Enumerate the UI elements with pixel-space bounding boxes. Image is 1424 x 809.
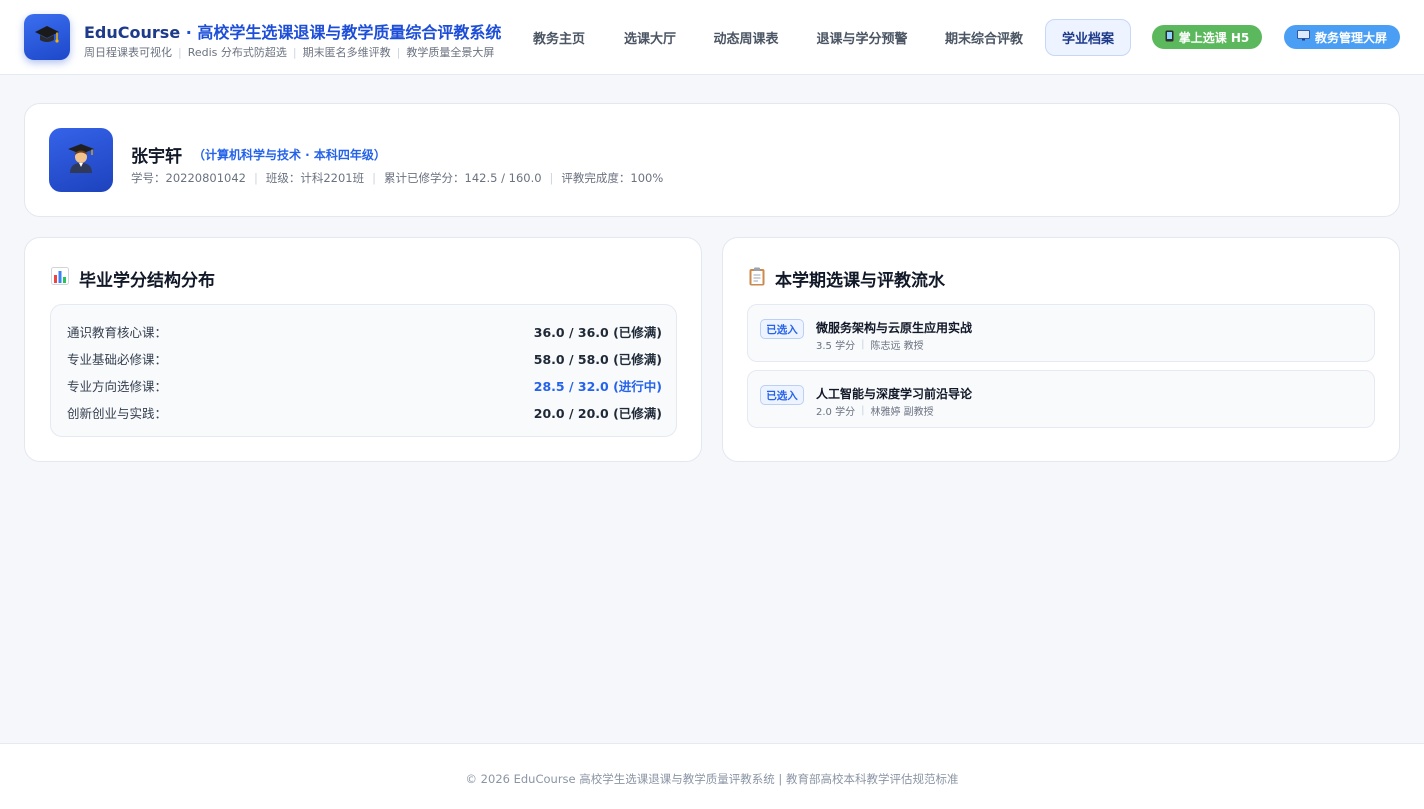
brand-name-en: EduCourse [84, 23, 181, 42]
brand-separator: · [180, 23, 198, 42]
admin-dashboard-button[interactable]: 教务管理大屏 [1284, 25, 1400, 49]
course-panel-title: 本学期选课与评教流水 [775, 271, 945, 291]
top-header: EduCourse · 高校学生选课退课与教学质量综合评教系统 周日程课表可视化… [0, 0, 1424, 75]
course-teacher: 陈志远 教授 [870, 341, 924, 352]
credit-value: 36.0 / 36.0 (已修满) [533, 324, 662, 340]
mobile-phone-icon [1165, 30, 1174, 45]
course-credit: 2.0 学分 [816, 407, 856, 418]
course-list-item[interactable]: 已选入 微服务架构与云原生应用实战 3.5 学分 | 陈志远 教授 [747, 304, 1375, 362]
monitor-icon [1297, 30, 1310, 44]
student-meta: 学号：20220801042 | 班级：计科2201班 | 累计已修学分：142… [131, 170, 663, 186]
course-name: 人工智能与深度学习前沿导论 [816, 387, 973, 401]
divider: | [253, 171, 258, 185]
credit-value: 20.0 / 20.0 (已修满) [533, 405, 662, 421]
credit-label: 专业基础必修课： [67, 351, 168, 367]
nav-home[interactable]: 教务主页 [518, 19, 600, 56]
status-badge: 已选入 [760, 319, 804, 339]
feature-item: 教学质量全景大屏 [406, 46, 495, 59]
student-credits: 累计已修学分：142.5 / 160.0 [384, 171, 542, 185]
clipboard-icon [749, 267, 765, 291]
graduation-cap-icon [34, 23, 60, 51]
credit-value: 28.5 / 32.0 (进行中) [533, 378, 662, 394]
student-class: 班级：计科2201班 [265, 171, 365, 185]
feature-item: 期末匿名多维评教 [302, 46, 391, 59]
credit-panel-title: 毕业学分结构分布 [79, 271, 215, 291]
credit-value: 58.0 / 58.0 (已修满) [533, 351, 662, 367]
avatar [49, 128, 113, 192]
credit-label: 通识教育核心课： [67, 324, 168, 340]
status-badge: 已选入 [760, 385, 804, 405]
divider: | [549, 171, 554, 185]
divider: | [292, 45, 297, 59]
feature-item: Redis 分布式防超选 [187, 46, 287, 59]
credit-list: 通识教育核心课： 36.0 / 36.0 (已修满) 专业基础必修课： 58.0… [50, 304, 677, 437]
footer-text: © 2026 EduCourse 高校学生选课退课与教学质量评教系统 | 教育部… [465, 772, 959, 786]
feature-list: 周日程课表可视化 | Redis 分布式防超选 | 期末匿名多维评教 | 教学质… [84, 44, 494, 60]
h5-mobile-button[interactable]: 掌上选课 H5 [1152, 25, 1262, 49]
student-name: 张宇轩 [131, 147, 182, 167]
divider: | [396, 45, 401, 59]
feature-item: 周日程课表可视化 [84, 46, 172, 59]
student-avatar-icon [66, 142, 96, 178]
course-list-item[interactable]: 已选入 人工智能与深度学习前沿导论 2.0 学分 | 林雅婷 副教授 [747, 370, 1375, 428]
divider: | [372, 171, 377, 185]
nav-academic-record[interactable]: 学业档案 [1045, 19, 1131, 56]
list-item: 通识教育核心课： 36.0 / 36.0 (已修满) [67, 322, 662, 340]
divider: | [861, 339, 865, 350]
course-name: 微服务架构与云原生应用实战 [816, 321, 973, 335]
credit-structure-panel: 毕业学分结构分布 通识教育核心课： 36.0 / 36.0 (已修满) 专业基础… [24, 237, 702, 462]
course-credit: 3.5 学分 [816, 341, 856, 352]
course-meta: 3.5 学分 | 陈志远 教授 [816, 337, 924, 352]
student-profile-card: 张宇轩 （计算机科学与技术 · 本科四年级） 学号：20220801042 | … [24, 103, 1400, 217]
h5-button-label: 掌上选课 H5 [1178, 30, 1250, 45]
app-logo[interactable] [24, 14, 70, 60]
app-title: EduCourse · 高校学生选课退课与教学质量综合评教系统 [84, 19, 501, 43]
student-major: （计算机科学与技术 · 本科四年级） [193, 148, 386, 162]
nav-final-evaluation[interactable]: 期末综合评教 [932, 19, 1036, 56]
credit-label: 创新创业与实践： [67, 405, 168, 421]
divider: | [178, 45, 182, 59]
panel-title: 本学期选课与评教流水 [749, 266, 945, 291]
dashboard-button-label: 教务管理大屏 [1314, 30, 1387, 45]
panel-title: 毕业学分结构分布 [51, 266, 215, 291]
course-meta: 2.0 学分 | 林雅婷 副教授 [816, 403, 934, 418]
course-flow-panel: 本学期选课与评教流水 已选入 微服务架构与云原生应用实战 3.5 学分 | 陈志… [722, 237, 1400, 462]
course-teacher: 林雅婷 副教授 [870, 407, 934, 418]
list-item: 创新创业与实践： 20.0 / 20.0 (已修满) [67, 403, 662, 421]
page-footer: © 2026 EduCourse 高校学生选课退课与教学质量评教系统 | 教育部… [0, 743, 1424, 809]
brand-name-cn: 高校学生选课退课与教学质量综合评教系统 [197, 23, 502, 42]
nav-drop-credit-warning[interactable]: 退课与学分预警 [804, 19, 920, 56]
divider: | [861, 405, 865, 416]
evaluation-completion: 评教完成度：100% [561, 171, 664, 185]
credit-label: 专业方向选修课： [67, 378, 168, 394]
list-item: 专业基础必修课： 58.0 / 58.0 (已修满) [67, 349, 662, 367]
nav-weekly-schedule[interactable]: 动态周课表 [700, 19, 792, 56]
list-item: 专业方向选修课： 28.5 / 32.0 (进行中) [67, 376, 662, 394]
student-id: 学号：20220801042 [131, 171, 246, 185]
bar-chart-icon [51, 267, 69, 290]
nav-course-hall[interactable]: 选课大厅 [610, 19, 690, 56]
